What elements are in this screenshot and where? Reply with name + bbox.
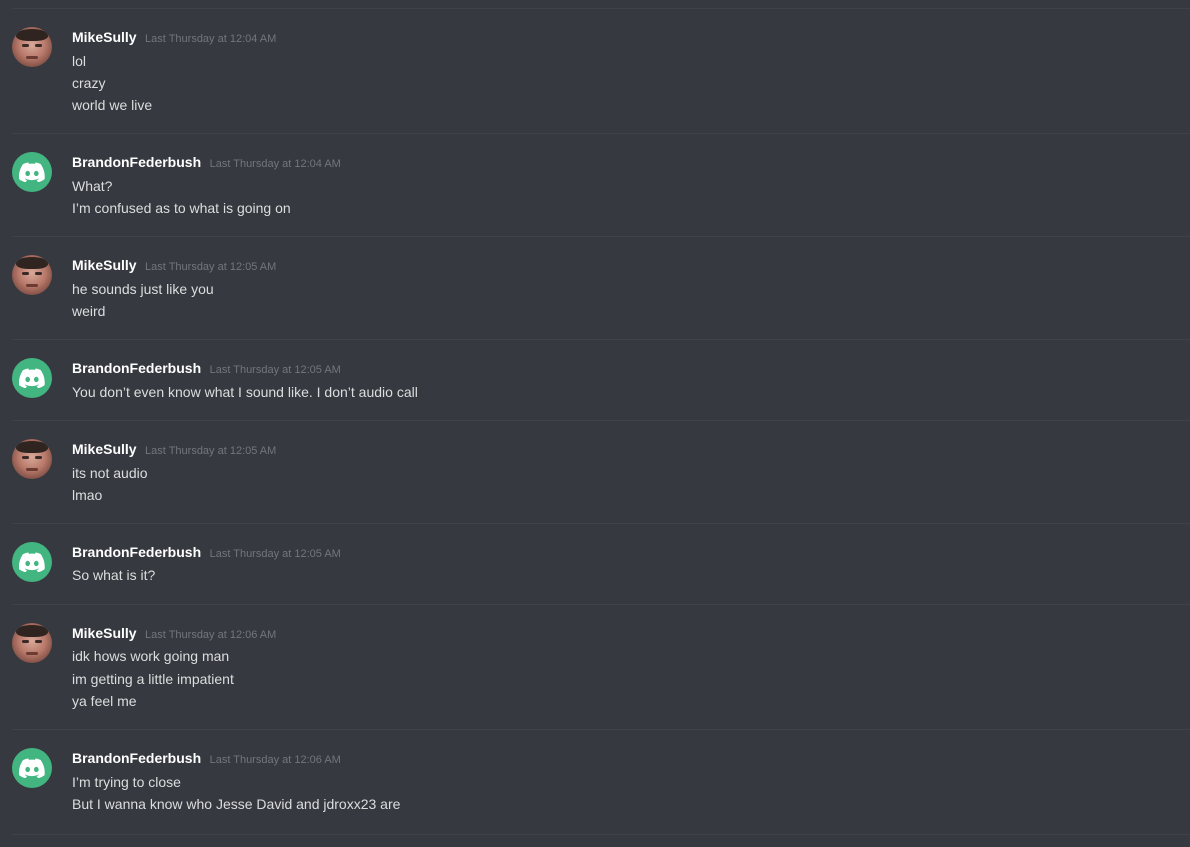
message-line: idk hows work going man xyxy=(72,648,230,664)
message-group: BrandonFederbush Last Thursday at 12:04 … xyxy=(12,133,1190,237)
message-line: I’m confused as to what is going on xyxy=(72,200,291,216)
message-line: What? xyxy=(72,178,113,194)
user-avatar[interactable] xyxy=(12,439,52,479)
username[interactable]: MikeSully xyxy=(72,625,137,641)
username[interactable]: BrandonFederbush xyxy=(72,154,201,170)
message-line: I’m trying to close xyxy=(72,774,181,790)
username[interactable]: MikeSully xyxy=(72,257,137,273)
message-line: he sounds just like you xyxy=(72,281,214,297)
message-group: MikeSully Last Thursday at 12:05 AM he s… xyxy=(12,236,1190,340)
discord-logo-icon xyxy=(19,552,45,572)
message-group: BrandonFederbush Last Thursday at 12:06 … xyxy=(12,729,1190,835)
message-line: So what is it? xyxy=(72,567,156,583)
username[interactable]: MikeSully xyxy=(72,29,137,45)
message-line: You don’t even know what I sound like. I… xyxy=(72,384,418,400)
message-timestamp: Last Thursday at 12:05 AM xyxy=(209,364,341,376)
username[interactable]: BrandonFederbush xyxy=(72,544,201,560)
message-line: weird xyxy=(72,303,106,319)
message-line: crazy xyxy=(72,75,106,91)
message-group: BrandonFederbush Last Thursday at 12:05 … xyxy=(12,523,1190,605)
username[interactable]: BrandonFederbush xyxy=(72,750,201,766)
username[interactable]: MikeSully xyxy=(72,441,137,457)
username[interactable]: BrandonFederbush xyxy=(72,360,201,376)
message-line: But I wanna know who Jesse David and jdr… xyxy=(72,796,401,812)
message-timestamp: Last Thursday at 12:05 AM xyxy=(145,261,277,273)
user-avatar[interactable] xyxy=(12,542,52,582)
user-avatar[interactable] xyxy=(12,748,52,788)
discord-logo-icon xyxy=(19,758,45,778)
message-group: MikeSully Last Thursday at 12:05 AM its … xyxy=(12,420,1190,524)
discord-logo-icon xyxy=(19,368,45,388)
user-avatar[interactable] xyxy=(12,358,52,398)
message-line: ya feel me xyxy=(72,693,137,709)
discord-logo-icon xyxy=(19,162,45,182)
user-avatar[interactable] xyxy=(12,27,52,67)
message-line: lmao xyxy=(72,487,103,503)
user-avatar[interactable] xyxy=(12,255,52,295)
user-avatar[interactable] xyxy=(12,152,52,192)
message-group: BrandonFederbush Last Thursday at 12:05 … xyxy=(12,339,1190,421)
message-group: MikeSully Last Thursday at 12:04 AM lol … xyxy=(12,8,1190,134)
user-avatar[interactable] xyxy=(12,623,52,663)
message-timestamp: Last Thursday at 12:04 AM xyxy=(145,33,277,45)
message-timestamp: Last Thursday at 12:05 AM xyxy=(145,445,277,457)
message-line: its not audio xyxy=(72,465,148,481)
message-timestamp: Last Thursday at 12:06 AM xyxy=(209,754,341,766)
message-timestamp: Last Thursday at 12:06 AM xyxy=(145,629,277,641)
message-line: world we live xyxy=(72,97,153,113)
message-line: im getting a little impatient xyxy=(72,671,234,687)
message-group: MikeSully Last Thursday at 12:06 AM idk … xyxy=(12,604,1190,730)
message-line: lol xyxy=(72,53,87,69)
chat-message-list: MikeSully Last Thursday at 12:04 AM lol … xyxy=(0,0,1190,847)
message-timestamp: Last Thursday at 12:04 AM xyxy=(209,158,341,170)
message-timestamp: Last Thursday at 12:05 AM xyxy=(209,548,341,560)
